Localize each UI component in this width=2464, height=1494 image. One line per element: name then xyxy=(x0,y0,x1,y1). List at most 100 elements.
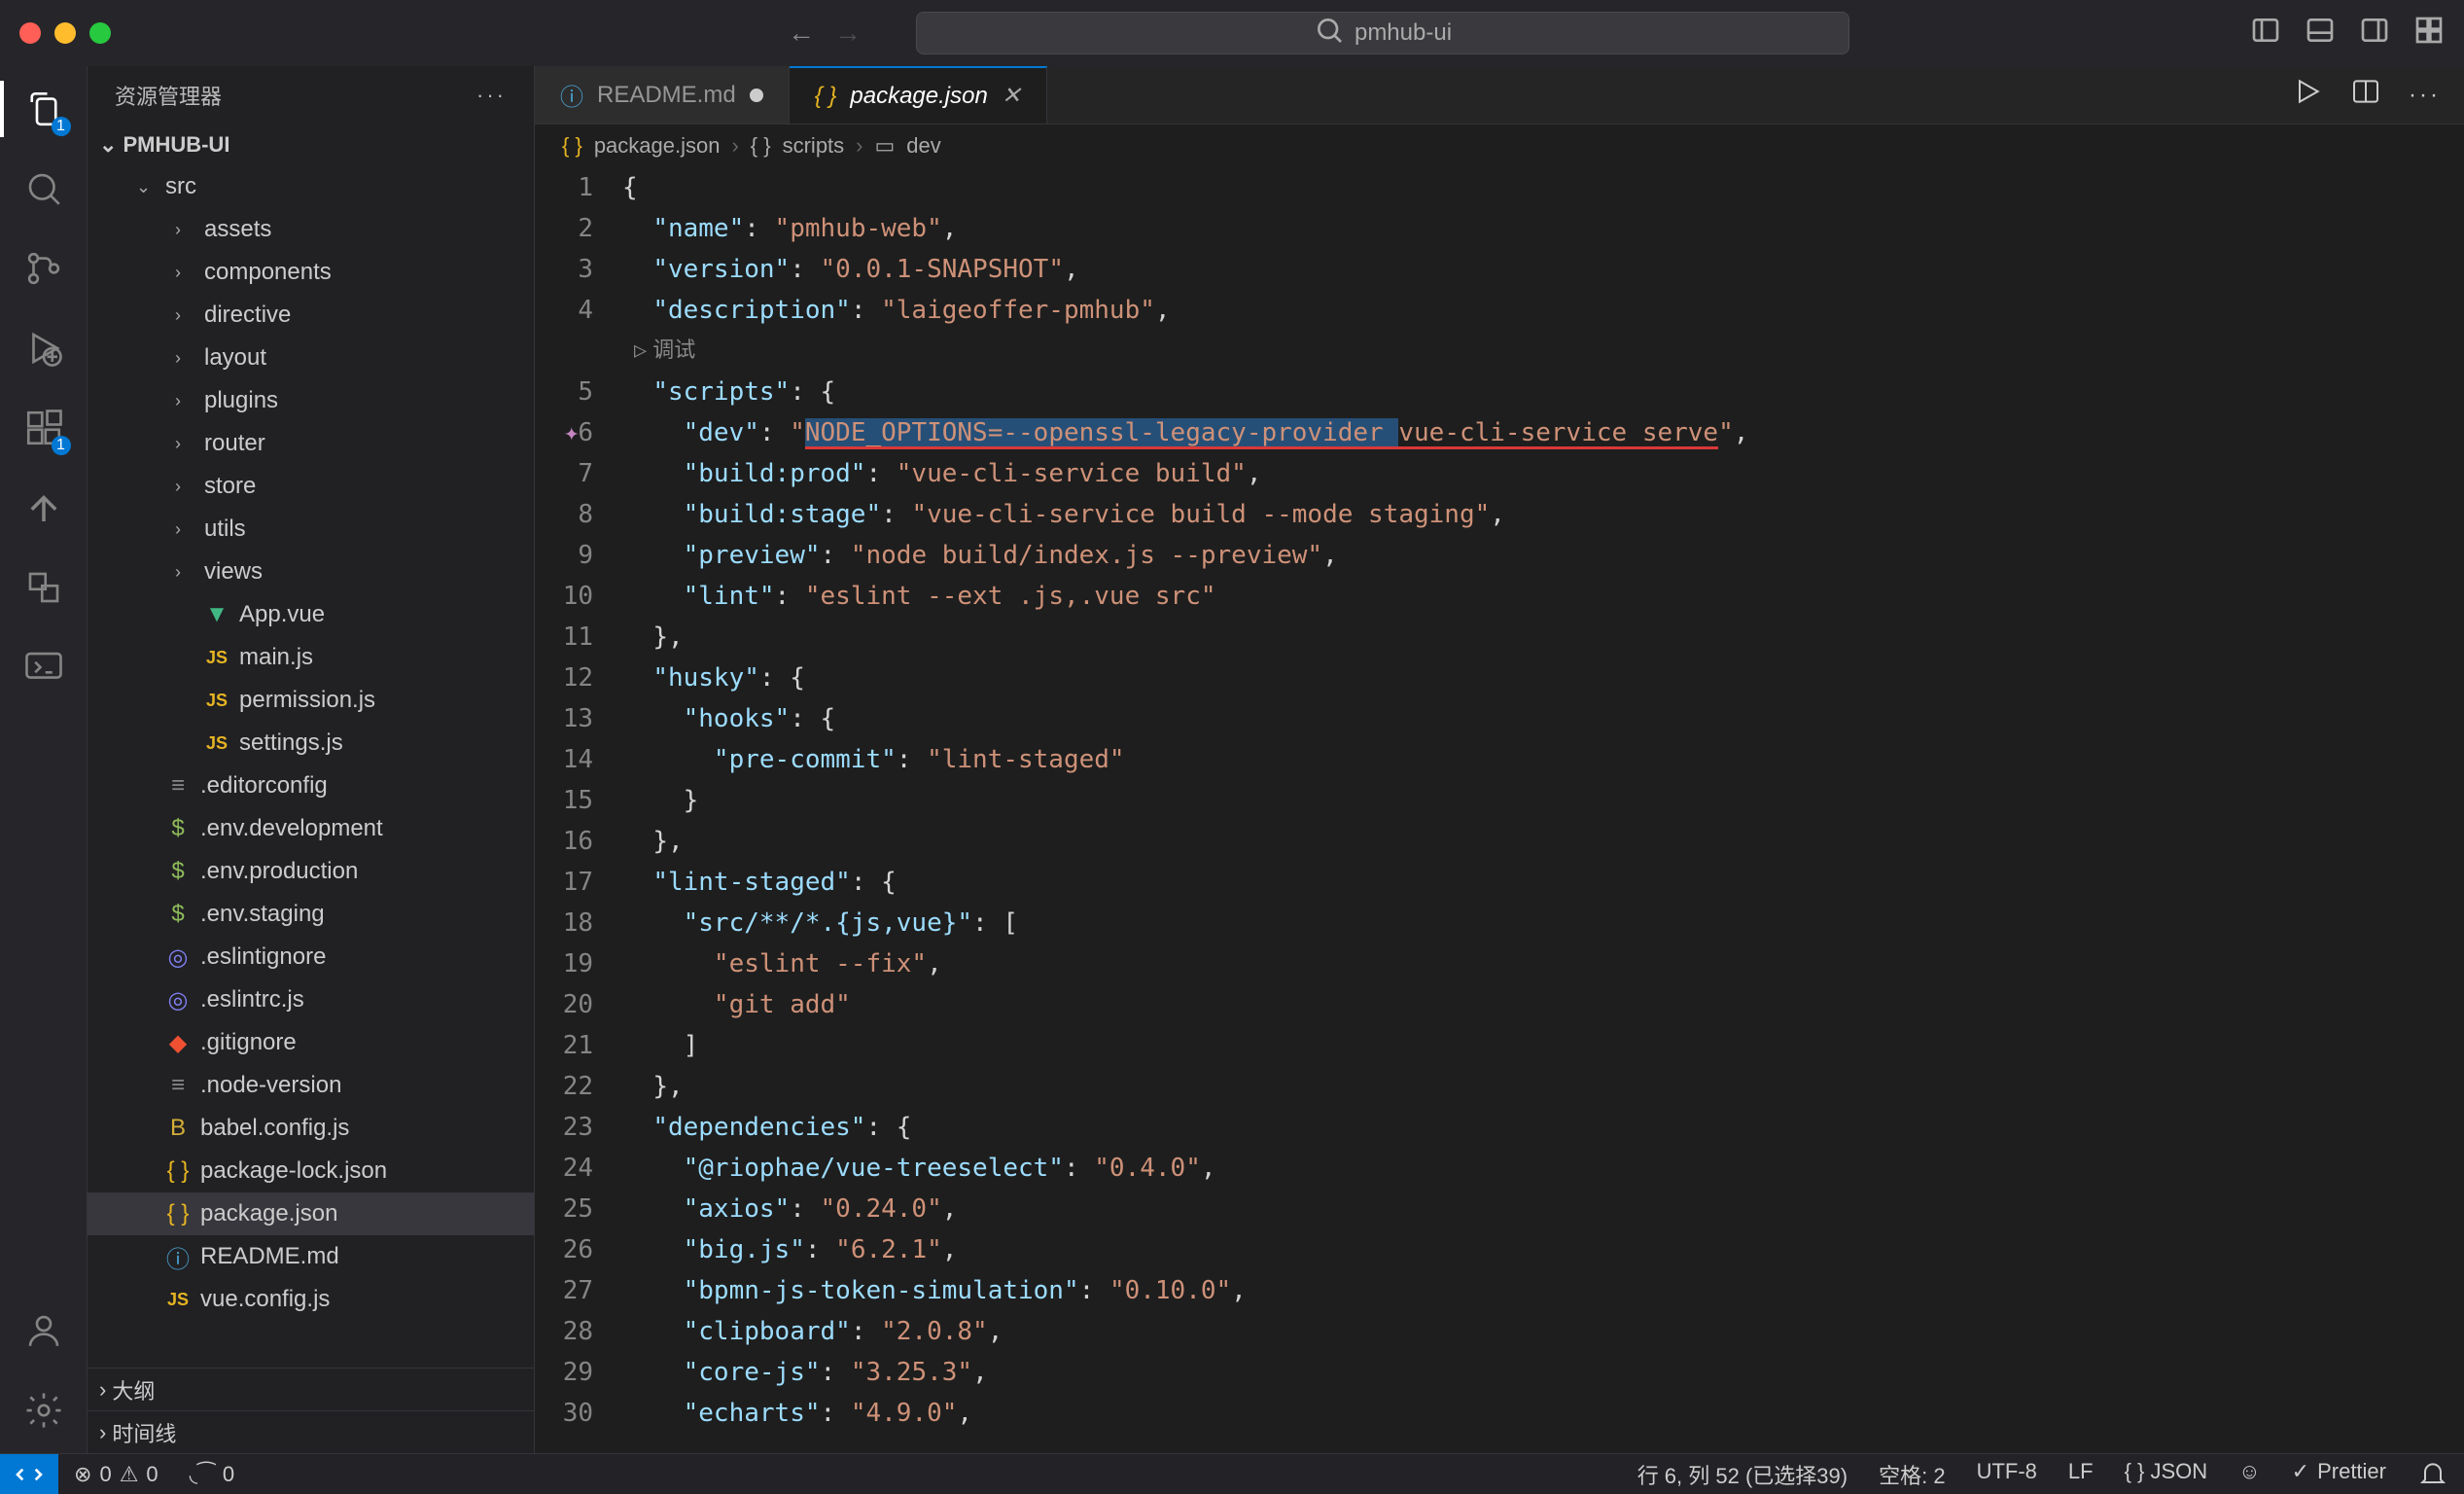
activity-upload[interactable] xyxy=(20,484,67,531)
close-tab-icon[interactable]: ✕ xyxy=(1002,82,1021,110)
file-label: directive xyxy=(204,302,291,329)
file-label: README.md xyxy=(200,1243,339,1270)
activity-settings[interactable] xyxy=(20,1387,67,1434)
tree-item[interactable]: $.env.production xyxy=(88,850,534,893)
eol-button[interactable]: LF xyxy=(2053,1459,2109,1484)
panel-bottom-icon[interactable] xyxy=(2305,15,2336,53)
tree-item[interactable]: JSmain.js xyxy=(88,636,534,679)
close-window-button[interactable] xyxy=(19,22,41,44)
tree-item[interactable]: ≡.editorconfig xyxy=(88,765,534,807)
activity-extensions[interactable]: 1 xyxy=(20,405,67,451)
file-label: package-lock.json xyxy=(200,1157,387,1185)
tree-item[interactable]: ⌄src xyxy=(88,165,534,208)
activity-account[interactable] xyxy=(20,1307,67,1354)
file-label: .env.production xyxy=(200,858,358,885)
tab-label: package.json xyxy=(850,83,987,110)
file-label: src xyxy=(165,173,196,200)
prettier-button[interactable]: ✓Prettier xyxy=(2276,1459,2402,1484)
tree-item[interactable]: ▼App.vue xyxy=(88,593,534,636)
tree-item[interactable]: ›plugins xyxy=(88,379,534,422)
problems-button[interactable]: ⊗0 ⚠0 xyxy=(58,1454,174,1494)
layout-icon[interactable] xyxy=(2413,15,2445,53)
ports-icon: ◟⁀ xyxy=(190,1462,215,1487)
code-content[interactable]: { "name": "pmhub-web", "version": "0.0.1… xyxy=(622,167,2464,1453)
tree-item[interactable]: ›store xyxy=(88,465,534,508)
tree-item[interactable]: { }package-lock.json xyxy=(88,1150,534,1192)
bell-icon[interactable] xyxy=(2402,1459,2464,1490)
language-button[interactable]: { } JSON xyxy=(2109,1459,2224,1484)
file-label: components xyxy=(204,259,332,286)
tree-item[interactable]: $.env.staging xyxy=(88,893,534,936)
error-icon: ⊗ xyxy=(74,1462,91,1487)
file-label: assets xyxy=(204,216,271,243)
file-label: .node-version xyxy=(200,1072,341,1099)
code-editor[interactable]: 1234567891011121314151617181920212223242… xyxy=(535,167,2464,1453)
command-center-search[interactable]: pmhub-ui xyxy=(916,12,1849,54)
file-label: .env.development xyxy=(200,815,383,842)
tree-item[interactable]: ›directive xyxy=(88,294,534,337)
activity-remote-explorer[interactable] xyxy=(20,644,67,691)
tree-item[interactable]: ›router xyxy=(88,422,534,465)
maximize-window-button[interactable] xyxy=(89,22,111,44)
more-icon[interactable]: ··· xyxy=(476,83,507,108)
project-header[interactable]: ⌄ PMHUB-UI xyxy=(88,124,534,165)
encoding-button[interactable]: UTF-8 xyxy=(1961,1459,2053,1484)
panel-left-icon[interactable] xyxy=(2250,15,2281,53)
tree-item[interactable]: { }package.json xyxy=(88,1192,534,1235)
title-bar: ← → pmhub-ui xyxy=(0,0,2464,66)
activity-search[interactable] xyxy=(20,165,67,212)
tree-item[interactable]: Bbabel.config.js xyxy=(88,1107,534,1150)
activity-source-control[interactable] xyxy=(20,245,67,292)
tree-item[interactable]: ›utils xyxy=(88,508,534,551)
timeline-label: 时间线 xyxy=(112,1417,176,1448)
cursor-position[interactable]: 行 6, 列 52 (已选择39) xyxy=(1622,1459,1863,1490)
tree-item[interactable]: ›assets xyxy=(88,208,534,251)
activity-containers[interactable] xyxy=(20,564,67,611)
search-icon xyxy=(1314,15,1345,53)
tree-item[interactable]: ›views xyxy=(88,551,534,593)
remote-button[interactable] xyxy=(0,1454,58,1494)
tree-item[interactable]: ›components xyxy=(88,251,534,294)
activity-explorer[interactable]: 1 xyxy=(20,86,67,132)
editor-tab[interactable]: ⓘREADME.md xyxy=(535,66,790,124)
sparkle-icon[interactable]: ✦ xyxy=(564,412,580,453)
nav-back-button[interactable]: ← xyxy=(788,18,815,49)
file-label: .gitignore xyxy=(200,1029,297,1056)
editor-area: ⓘREADME.md{ }package.json✕ ··· { } packa… xyxy=(535,66,2464,1453)
tree-item[interactable]: $.env.development xyxy=(88,807,534,850)
tree-item[interactable]: JSpermission.js xyxy=(88,679,534,722)
dirty-indicator xyxy=(750,89,763,102)
tree-item[interactable]: ◆.gitignore xyxy=(88,1021,534,1064)
ports-button[interactable]: ◟⁀0 xyxy=(174,1454,250,1494)
sidebar-header: 资源管理器 ··· xyxy=(88,66,534,124)
debug-hint[interactable]: ▷调试 xyxy=(634,331,695,372)
tree-item[interactable]: ≡.node-version xyxy=(88,1064,534,1107)
sidebar-title: 资源管理器 xyxy=(115,80,222,111)
feedback-icon[interactable]: ☺ xyxy=(2223,1459,2275,1484)
breadcrumb[interactable]: { } package.json › { } scripts › ▭ dev xyxy=(535,124,2464,167)
outline-section[interactable]: › 大纲 xyxy=(88,1368,534,1410)
file-label: settings.js xyxy=(239,729,343,757)
more-icon[interactable]: ··· xyxy=(2409,82,2441,109)
tree-item[interactable]: JSvue.config.js xyxy=(88,1278,534,1321)
file-label: router xyxy=(204,430,265,457)
editor-actions: ··· xyxy=(2292,66,2464,124)
minimize-window-button[interactable] xyxy=(54,22,76,44)
split-icon[interactable] xyxy=(2350,76,2381,114)
activity-run-debug[interactable] xyxy=(20,325,67,372)
indent-button[interactable]: 空格: 2 xyxy=(1863,1459,1960,1490)
run-icon[interactable] xyxy=(2292,76,2323,114)
panel-right-icon[interactable] xyxy=(2359,15,2390,53)
tree-item[interactable]: ◎.eslintignore xyxy=(88,936,534,978)
timeline-section[interactable]: › 时间线 xyxy=(88,1410,534,1453)
tree-item[interactable]: JSsettings.js xyxy=(88,722,534,765)
file-label: main.js xyxy=(239,644,313,671)
warning-icon: ⚠ xyxy=(120,1462,139,1487)
tree-item[interactable]: ›layout xyxy=(88,337,534,379)
explorer-badge: 1 xyxy=(52,117,71,136)
editor-tab[interactable]: { }package.json✕ xyxy=(790,66,1047,124)
nav-forward-button[interactable]: → xyxy=(834,18,862,49)
tree-item[interactable]: ⓘREADME.md xyxy=(88,1235,534,1278)
line-gutter: 1234567891011121314151617181920212223242… xyxy=(535,167,622,1453)
tree-item[interactable]: ◎.eslintrc.js xyxy=(88,978,534,1021)
